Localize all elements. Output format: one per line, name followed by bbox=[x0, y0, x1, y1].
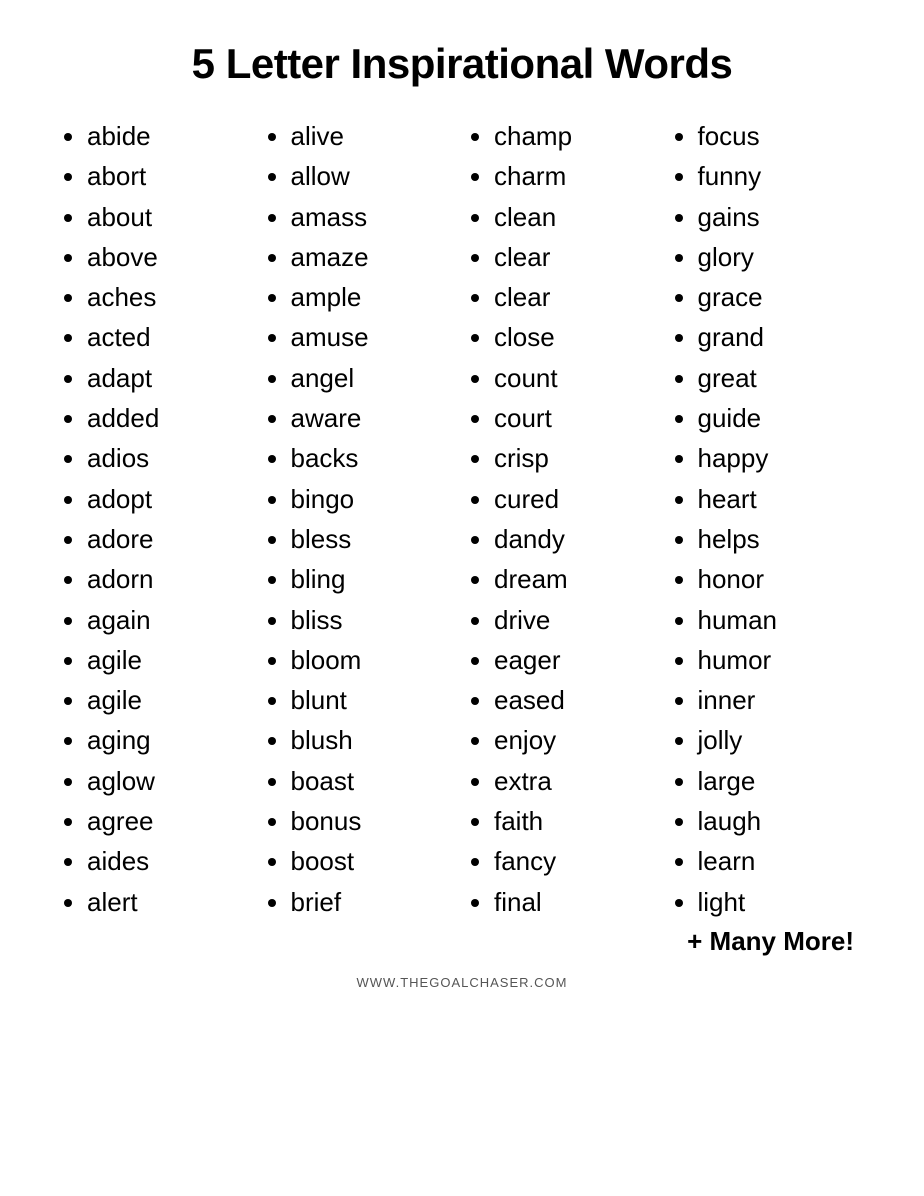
list-item: count bbox=[494, 358, 656, 398]
list-item: gains bbox=[698, 197, 860, 237]
list-item: angel bbox=[291, 358, 453, 398]
list-item: adopt bbox=[87, 479, 249, 519]
list-item: humor bbox=[698, 640, 860, 680]
list-item: clean bbox=[494, 197, 656, 237]
list-item: laugh bbox=[698, 801, 860, 841]
list-item: clear bbox=[494, 237, 656, 277]
list-item: aging bbox=[87, 720, 249, 760]
list-item: faith bbox=[494, 801, 656, 841]
list-item: amuse bbox=[291, 317, 453, 357]
list-item: heart bbox=[698, 479, 860, 519]
list-item: about bbox=[87, 197, 249, 237]
list-item: drive bbox=[494, 600, 656, 640]
list-item: bingo bbox=[291, 479, 453, 519]
list-item: final bbox=[494, 882, 656, 922]
list-item: bliss bbox=[291, 600, 453, 640]
list-item: bonus bbox=[291, 801, 453, 841]
list-item: eager bbox=[494, 640, 656, 680]
word-column-1: abideabortaboutaboveachesactedadaptadded… bbox=[60, 116, 254, 922]
list-item: helps bbox=[698, 519, 860, 559]
list-item: aglow bbox=[87, 761, 249, 801]
list-item: charm bbox=[494, 156, 656, 196]
list-item: adore bbox=[87, 519, 249, 559]
footer-url: WWW.THEGOALCHASER.COM bbox=[60, 975, 864, 990]
list-item: abide bbox=[87, 116, 249, 156]
list-item: brief bbox=[291, 882, 453, 922]
word-list-4: focusfunnygainsglorygracegrandgreatguide… bbox=[676, 116, 860, 922]
word-column-3: champcharmcleanclearclearclosecountcourt… bbox=[467, 116, 661, 922]
list-item: bless bbox=[291, 519, 453, 559]
list-item: bloom bbox=[291, 640, 453, 680]
list-item: bling bbox=[291, 559, 453, 599]
list-item: agile bbox=[87, 680, 249, 720]
list-item: champ bbox=[494, 116, 656, 156]
list-item: grand bbox=[698, 317, 860, 357]
list-item: learn bbox=[698, 841, 860, 881]
list-item: again bbox=[87, 600, 249, 640]
list-item: adapt bbox=[87, 358, 249, 398]
list-item: alive bbox=[291, 116, 453, 156]
list-item: glory bbox=[698, 237, 860, 277]
word-list-2: aliveallowamassamazeampleamuseangelaware… bbox=[269, 116, 453, 922]
list-item: fancy bbox=[494, 841, 656, 881]
list-item: agile bbox=[87, 640, 249, 680]
list-item: crisp bbox=[494, 438, 656, 478]
word-column-2: aliveallowamassamazeampleamuseangelaware… bbox=[264, 116, 458, 922]
list-item: backs bbox=[291, 438, 453, 478]
list-item: added bbox=[87, 398, 249, 438]
word-list-1: abideabortaboutaboveachesactedadaptadded… bbox=[65, 116, 249, 922]
list-item: extra bbox=[494, 761, 656, 801]
list-item: court bbox=[494, 398, 656, 438]
list-item: focus bbox=[698, 116, 860, 156]
list-item: ample bbox=[291, 277, 453, 317]
list-item: adorn bbox=[87, 559, 249, 599]
list-item: cured bbox=[494, 479, 656, 519]
word-columns: abideabortaboutaboveachesactedadaptadded… bbox=[60, 116, 864, 922]
list-item: boast bbox=[291, 761, 453, 801]
list-item: blunt bbox=[291, 680, 453, 720]
more-label: + Many More! bbox=[60, 926, 864, 957]
list-item: enjoy bbox=[494, 720, 656, 760]
page-title: 5 Letter Inspirational Words bbox=[60, 40, 864, 88]
list-item: dream bbox=[494, 559, 656, 599]
list-item: clear bbox=[494, 277, 656, 317]
list-item: aches bbox=[87, 277, 249, 317]
word-list-3: champcharmcleanclearclearclosecountcourt… bbox=[472, 116, 656, 922]
list-item: eased bbox=[494, 680, 656, 720]
list-item: adios bbox=[87, 438, 249, 478]
list-item: aware bbox=[291, 398, 453, 438]
list-item: large bbox=[698, 761, 860, 801]
list-item: inner bbox=[698, 680, 860, 720]
list-item: acted bbox=[87, 317, 249, 357]
list-item: abort bbox=[87, 156, 249, 196]
list-item: guide bbox=[698, 398, 860, 438]
list-item: jolly bbox=[698, 720, 860, 760]
list-item: amass bbox=[291, 197, 453, 237]
list-item: aides bbox=[87, 841, 249, 881]
list-item: light bbox=[698, 882, 860, 922]
list-item: dandy bbox=[494, 519, 656, 559]
list-item: boost bbox=[291, 841, 453, 881]
list-item: blush bbox=[291, 720, 453, 760]
list-item: grace bbox=[698, 277, 860, 317]
list-item: funny bbox=[698, 156, 860, 196]
list-item: above bbox=[87, 237, 249, 277]
list-item: great bbox=[698, 358, 860, 398]
list-item: happy bbox=[698, 438, 860, 478]
list-item: human bbox=[698, 600, 860, 640]
list-item: agree bbox=[87, 801, 249, 841]
word-column-4: focusfunnygainsglorygracegrandgreatguide… bbox=[671, 116, 865, 922]
list-item: allow bbox=[291, 156, 453, 196]
list-item: alert bbox=[87, 882, 249, 922]
list-item: amaze bbox=[291, 237, 453, 277]
list-item: close bbox=[494, 317, 656, 357]
list-item: honor bbox=[698, 559, 860, 599]
